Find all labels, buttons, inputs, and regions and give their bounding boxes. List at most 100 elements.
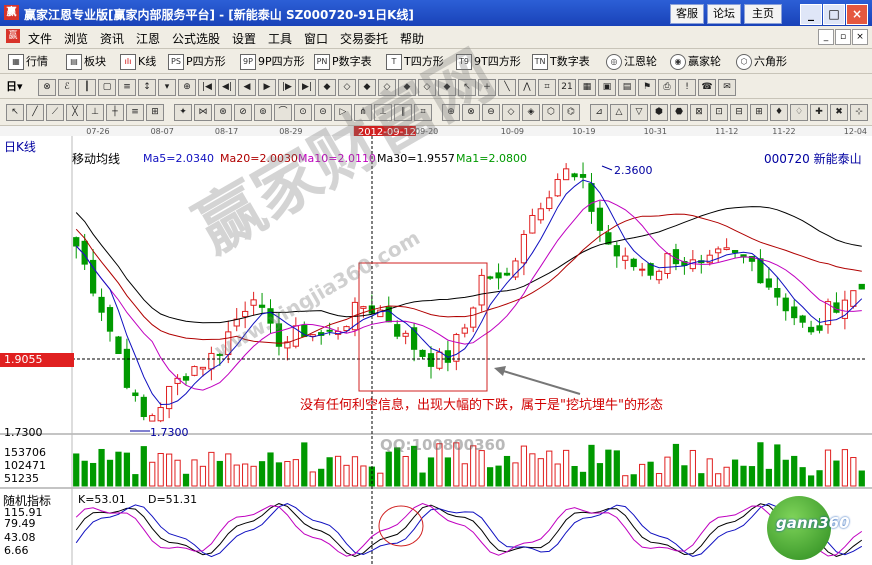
draw-tool-icon[interactable]: ⊿ [590, 104, 608, 121]
minimize-icon[interactable]: _ [800, 4, 822, 25]
square-icon[interactable]: ▢ [98, 79, 116, 96]
draw-tool-icon[interactable]: ┼ [106, 104, 124, 121]
next-icon[interactable]: |▶ [278, 79, 296, 96]
home-button[interactable]: 主页 [744, 4, 782, 24]
candle-body [478, 274, 485, 306]
menu-formula[interactable]: 公式选股 [172, 30, 220, 47]
draw-tool-icon[interactable]: ✖ [830, 104, 848, 121]
zoom-icon[interactable]: ⊕ [178, 79, 196, 96]
menu-help[interactable]: 帮助 [400, 30, 424, 47]
toolbar-quotes[interactable]: ▦ 行情 [8, 53, 48, 70]
chat-icon[interactable]: ☎ [698, 79, 716, 96]
menu-file[interactable]: 文件 [28, 30, 52, 47]
prev-icon[interactable]: ◀| [218, 79, 236, 96]
toolbar-9p-square[interactable]: 9P 9P四方形 [240, 53, 305, 70]
draw-tool-icon[interactable]: ≡ [126, 104, 144, 121]
draw-tool-icon[interactable]: ⊡ [710, 104, 728, 121]
zigzag-icon[interactable]: ⋀ [518, 79, 536, 96]
candles-icon: ılı [120, 54, 136, 70]
mdi-close-icon[interactable]: × [852, 29, 868, 45]
draw-tool-icon[interactable]: ⬡ [542, 104, 560, 121]
toolbar-gann-wheel[interactable]: ◎ 江恩轮 [606, 53, 657, 70]
menu-settings[interactable]: 设置 [232, 30, 256, 47]
maximize-icon[interactable]: □ [823, 4, 845, 25]
last-icon[interactable]: ▶| [298, 79, 316, 96]
draw-tool-icon[interactable]: ✦ [174, 104, 192, 121]
toolbar-sectors[interactable]: ▤ 板块 [66, 53, 106, 70]
volume-bar [715, 473, 722, 487]
volume-bar [334, 455, 342, 487]
menu-info[interactable]: 资讯 [100, 30, 124, 47]
mail-icon[interactable]: ✉ [718, 79, 736, 96]
tab-icon[interactable]: ℰ [58, 79, 76, 96]
draw-tool-icon[interactable]: ⊠ [690, 104, 708, 121]
draw-tool-icon[interactable]: ⬣ [670, 104, 688, 121]
calendar-icon[interactable]: 21 [558, 79, 576, 96]
print-icon[interactable]: ⎙ [658, 79, 676, 96]
toolbar-t-number[interactable]: TN T数字表 [532, 53, 590, 70]
menu-tools[interactable]: 工具 [268, 30, 292, 47]
volume-bar [250, 465, 257, 487]
toolbar-p-square[interactable]: PS P四方形 [168, 53, 226, 70]
warn-icon[interactable]: ! [678, 79, 696, 96]
draw-tool-icon[interactable]: ⊟ [730, 104, 748, 121]
volume-bar [546, 450, 553, 487]
candle-body [596, 207, 604, 231]
candle-body [520, 233, 528, 264]
dropdown-icon[interactable]: ▾ [158, 79, 176, 96]
draw-tool-icon[interactable]: ⊥ [86, 104, 104, 121]
draw-tool-icon[interactable]: ⬢ [650, 104, 668, 121]
axis-low-label: 1.7300 [4, 426, 43, 439]
draw-tool-icon[interactable]: ⊞ [146, 104, 164, 121]
draw-tool-icon[interactable]: ⌒ [274, 104, 292, 121]
overlay-icon[interactable]: ⊗ [38, 79, 56, 96]
bar-icon[interactable]: ┃ [78, 79, 96, 96]
draw-tool-icon[interactable]: ♢ [790, 104, 808, 121]
mdi-minimize-icon[interactable]: _ [818, 29, 834, 45]
toolbar-hexagon[interactable]: ⬡ 六角形 [736, 53, 787, 70]
draw-tool-icon[interactable]: ⊚ [254, 104, 272, 121]
draw-tool-icon[interactable]: ╱ [26, 104, 44, 121]
forum-button[interactable]: 论坛 [707, 4, 741, 24]
toolbar-winner-wheel[interactable]: ◉ 赢家轮 [670, 53, 721, 70]
draw-tool-icon[interactable]: ⊘ [234, 104, 252, 121]
align-icon[interactable]: ≡ [118, 79, 136, 96]
toolbar-p-number[interactable]: PN P数字表 [314, 53, 372, 70]
diamond-icon[interactable]: ◆ [318, 79, 336, 96]
draw-tool-icon[interactable]: ✚ [810, 104, 828, 121]
menu-browse[interactable]: 浏览 [64, 30, 88, 47]
menu-trade[interactable]: 交易委托 [340, 30, 388, 47]
draw-tool-icon[interactable]: ↖ [6, 104, 24, 121]
menu-window[interactable]: 窗口 [304, 30, 328, 47]
toolbar-kline[interactable]: ılı K线 [120, 53, 156, 70]
close-icon[interactable]: × [846, 4, 868, 25]
candle-body [242, 310, 249, 318]
draw-tool-icon[interactable]: ⟋ [46, 104, 64, 121]
table-icon[interactable]: ▤ [618, 79, 636, 96]
draw-tool-icon[interactable]: ⌬ [562, 104, 580, 121]
draw-tool-icon[interactable]: ⊛ [214, 104, 232, 121]
draw-tool-icon[interactable]: ▽ [630, 104, 648, 121]
menu-gann[interactable]: 江恩 [136, 30, 160, 47]
calc-icon[interactable]: ▦ [578, 79, 596, 96]
draw-tool-icon[interactable]: ⊹ [850, 104, 868, 121]
draw-tool-icon[interactable]: ⋈ [194, 104, 212, 121]
mdi-restore-icon[interactable]: ▫ [835, 29, 851, 45]
draw-tool-icon[interactable]: △ [610, 104, 628, 121]
draw-tool-icon[interactable]: ◈ [522, 104, 540, 121]
rewind-icon[interactable]: ◀ [238, 79, 256, 96]
customer-service-button[interactable]: 客服 [670, 4, 704, 24]
draw-tool-icon[interactable]: ♦ [770, 104, 788, 121]
fan-icon[interactable]: ⌗ [538, 79, 556, 96]
period-selector[interactable]: 日▾ [6, 78, 23, 94]
ma1-value: Ma1=2.0800 [456, 152, 527, 165]
flag-icon[interactable]: ⚑ [638, 79, 656, 96]
arrows-icon[interactable]: ↕ [138, 79, 156, 96]
draw-tool-icon[interactable]: ⊞ [750, 104, 768, 121]
draw-tool-icon[interactable]: ╳ [66, 104, 84, 121]
first-icon[interactable]: |◀ [198, 79, 216, 96]
play-icon[interactable]: ▶ [258, 79, 276, 96]
volume-bar [258, 461, 266, 487]
screen-icon[interactable]: ▣ [598, 79, 616, 96]
kline-chart[interactable]: 07-26 08-07 08-17 08-29 2012-09-12 09-20 10-09… [0, 126, 872, 565]
